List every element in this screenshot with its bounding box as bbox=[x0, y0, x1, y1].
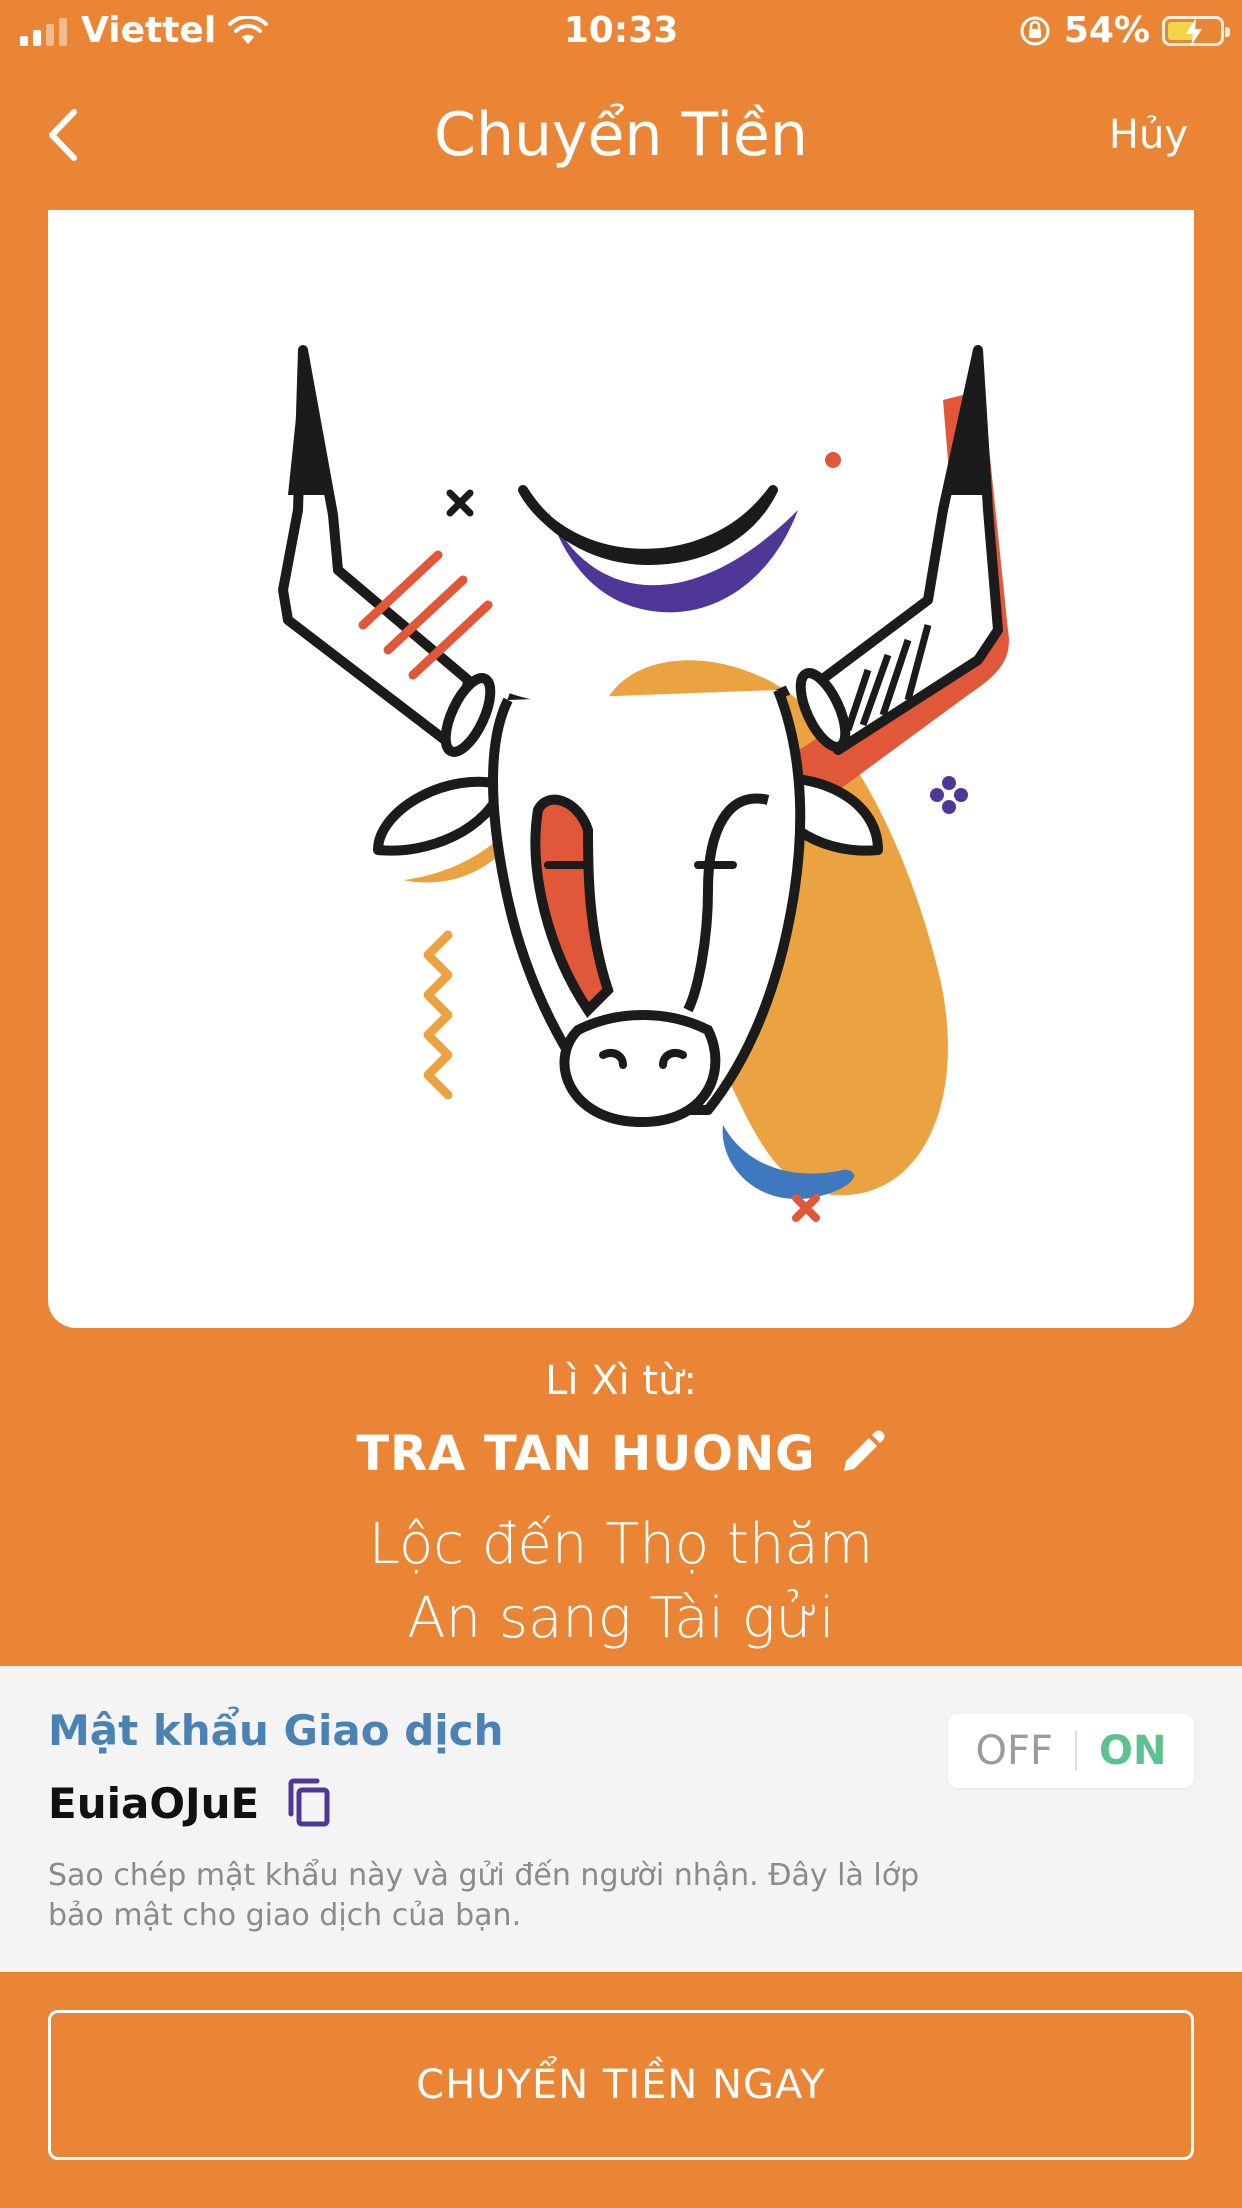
password-row: EuiaOJuE bbox=[48, 1776, 335, 1830]
toggle-off-label[interactable]: OFF bbox=[976, 1728, 1054, 1774]
transaction-password-panel: Mật khẩu Giao dịch EuiaOJuE Sao chép mật… bbox=[0, 1666, 1242, 1972]
status-right: 54% bbox=[1018, 10, 1230, 51]
status-bar: Viettel 10:33 54% bbox=[0, 0, 1242, 62]
pencil-icon[interactable] bbox=[836, 1429, 886, 1479]
greeting-card bbox=[48, 210, 1194, 1328]
copy-icon[interactable] bbox=[285, 1776, 335, 1830]
battery-charging-icon bbox=[1162, 15, 1230, 46]
password-value: EuiaOJuE bbox=[48, 1778, 260, 1828]
rotation-lock-icon bbox=[1020, 16, 1050, 45]
password-title: Mật khẩu Giao dịch bbox=[48, 1706, 504, 1755]
transfer-now-button[interactable]: CHUYỂN TIỀN NGAY bbox=[48, 2010, 1194, 2160]
toggle-divider bbox=[1075, 1731, 1077, 1771]
battery-percent: 54% bbox=[1063, 10, 1150, 51]
password-hint: Sao chép mật khẩu này và gửi đến người n… bbox=[48, 1858, 920, 1933]
wish-line-1: Lộc đến Thọ thăm bbox=[368, 1512, 874, 1577]
sender-name: TRA TAN HUONG bbox=[356, 1426, 816, 1482]
ox-head-illustration bbox=[278, 345, 1009, 1222]
wish-line-2: An sang Tài gửi bbox=[407, 1586, 835, 1651]
nav-bar: Chuyển Tiền Hủy bbox=[0, 80, 1242, 190]
page-title: Chuyển Tiền bbox=[434, 100, 808, 170]
cancel-button[interactable]: Hủy bbox=[1109, 112, 1188, 158]
sender-label: Lì Xì từ: bbox=[545, 1358, 697, 1404]
sender-row: TRA TAN HUONG bbox=[0, 1426, 1242, 1482]
password-toggle[interactable]: OFF ON bbox=[948, 1714, 1194, 1788]
toggle-on-label[interactable]: ON bbox=[1099, 1728, 1166, 1774]
